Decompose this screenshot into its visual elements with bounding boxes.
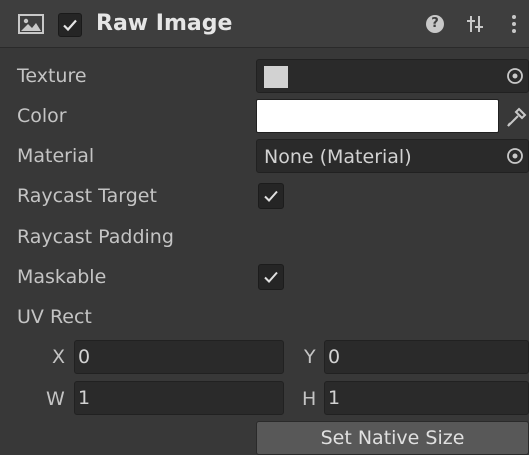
component-enabled-checkbox[interactable] [58,13,82,37]
more-options-icon[interactable] [511,14,517,34]
uv-h-label[interactable]: H [302,387,316,411]
maskable-checkbox[interactable] [258,264,284,290]
uv-x-label[interactable]: X [52,345,65,369]
component-header[interactable]: Raw Image ? [0,0,529,48]
texture-label: Texture [17,65,87,87]
material-label: Material [17,145,95,167]
raw-image-icon [18,14,44,34]
checkmark-icon [264,271,278,283]
eyedropper-icon[interactable] [501,99,529,133]
object-picker-icon[interactable] [501,139,529,173]
help-icon[interactable]: ? [426,15,444,33]
raycast-target-label: Raycast Target [17,185,157,207]
raw-image-inspector: Raw Image ? Texture Color Material None … [0,0,529,455]
color-label: Color [17,105,67,127]
checkmark-icon [264,190,278,202]
uv-x-field[interactable]: 0 [74,340,284,374]
raycast-padding-foldout[interactable]: Raycast Padding [17,225,174,249]
uv-w-label[interactable]: W [46,387,65,411]
uv-h-field[interactable]: 1 [324,381,529,415]
uv-y-field[interactable]: 0 [324,340,529,374]
uv-rect-label: UV Rect [17,306,92,328]
maskable-label: Maskable [17,266,107,288]
texture-swatch [264,66,288,88]
uv-y-label[interactable]: Y [304,345,316,369]
presets-icon[interactable] [466,14,484,34]
component-title: Raw Image [96,11,233,36]
uv-w-field[interactable]: 1 [74,381,284,415]
object-picker-icon[interactable] [501,59,529,93]
material-value: None (Material) [264,146,412,168]
color-field[interactable] [256,99,499,133]
checkmark-icon [63,19,77,32]
set-native-size-button[interactable]: Set Native Size [256,421,529,455]
raycast-target-checkbox[interactable] [258,183,284,209]
texture-field[interactable] [256,59,529,93]
